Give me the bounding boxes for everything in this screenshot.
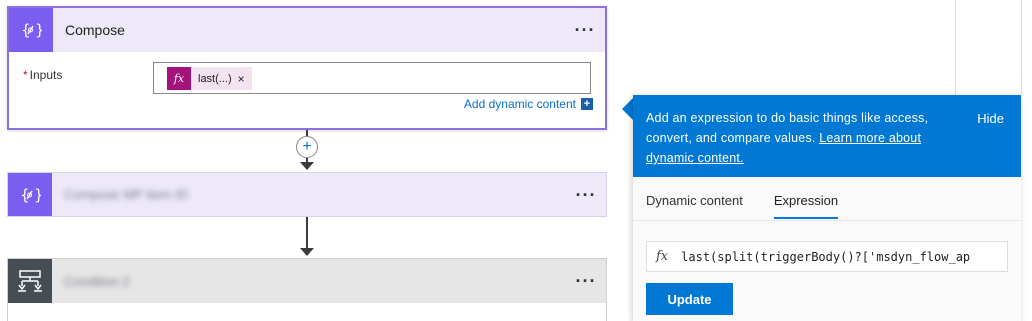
panel-tabs: Dynamic content Expression bbox=[646, 193, 869, 219]
tab-divider bbox=[633, 220, 1021, 221]
svg-text:{: { bbox=[20, 186, 30, 204]
required-mark: * bbox=[23, 68, 28, 82]
hide-button[interactable]: Hide bbox=[977, 111, 1004, 126]
svg-text:}: } bbox=[35, 21, 42, 39]
dynamic-content-panel: Add an expression to do basic things lik… bbox=[633, 95, 1021, 321]
compose2-title: Compose MP Item ID bbox=[64, 187, 189, 202]
condition-title: Condition 2 bbox=[64, 273, 130, 289]
panel-pointer bbox=[622, 98, 633, 120]
add-dynamic-content-link[interactable]: Add dynamic content + bbox=[464, 97, 593, 111]
condition-icon bbox=[8, 259, 52, 303]
svg-text:{: { bbox=[21, 21, 31, 39]
compose-title: Compose bbox=[65, 22, 125, 38]
arrow-head bbox=[300, 248, 314, 256]
expression-token[interactable]: fx last(...) × bbox=[167, 67, 252, 90]
tab-dynamic-content[interactable]: Dynamic content bbox=[646, 193, 743, 219]
token-label: last(...) bbox=[198, 72, 232, 85]
add-dynamic-plus-icon: + bbox=[581, 98, 593, 110]
compose2-header[interactable]: { } Compose MP Item ID ··· bbox=[8, 173, 606, 216]
more-options-icon[interactable]: ··· bbox=[566, 173, 606, 217]
condition-card[interactable]: Condition 2 ··· bbox=[7, 258, 607, 321]
svg-text:}: } bbox=[34, 186, 41, 204]
inputs-label: * Inputs bbox=[23, 68, 62, 82]
compose-action-card[interactable]: { } Compose ··· *Inputs fx last(...) × A… bbox=[7, 6, 607, 130]
more-options-icon[interactable]: ··· bbox=[566, 259, 606, 303]
arrow-head bbox=[300, 162, 314, 170]
compose-curly-icon: { } bbox=[8, 173, 52, 216]
compose-header[interactable]: { } Compose ··· bbox=[9, 8, 605, 52]
compose-mp-item-card[interactable]: { } Compose MP Item ID ··· bbox=[7, 172, 607, 217]
condition-header[interactable]: Condition 2 ··· bbox=[8, 259, 606, 303]
fx-icon: fx bbox=[167, 67, 191, 90]
compose-curly-icon: { } bbox=[9, 8, 53, 52]
token-remove-icon[interactable]: × bbox=[238, 72, 252, 86]
scroll-divider bbox=[955, 0, 956, 95]
add-dynamic-content-label: Add dynamic content bbox=[463, 97, 576, 111]
connector-line bbox=[306, 217, 308, 249]
add-step-button[interactable]: + bbox=[296, 136, 318, 158]
expression-text: last(split(triggerBody()?['msdyn_flow_ap bbox=[681, 249, 971, 264]
inputs-label-text: Inputs bbox=[29, 68, 63, 82]
update-button[interactable]: Update bbox=[646, 283, 733, 315]
tab-expression[interactable]: Expression bbox=[773, 193, 839, 219]
panel-header: Add an expression to do basic things lik… bbox=[633, 95, 1021, 177]
scroll-divider bbox=[1021, 0, 1022, 95]
expression-input[interactable]: fx last(split(triggerBody()?['msdyn_flow… bbox=[646, 241, 1008, 272]
fx-icon: fx bbox=[656, 249, 669, 264]
more-options-icon[interactable]: ··· bbox=[565, 8, 605, 52]
panel-message: Add an expression to do basic things lik… bbox=[646, 108, 966, 168]
inputs-field[interactable]: fx last(...) × bbox=[153, 62, 591, 94]
